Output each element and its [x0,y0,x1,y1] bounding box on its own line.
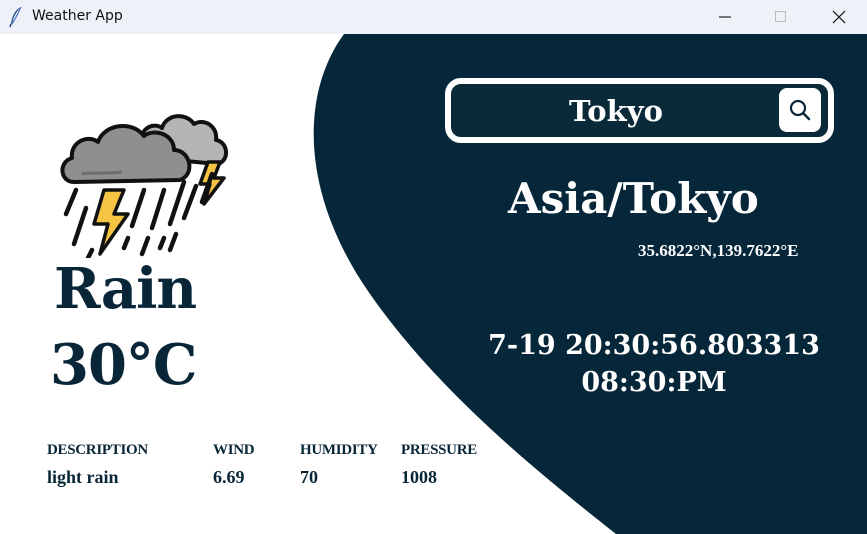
datetime-label: 7-19 20:30:56.803313 [488,330,820,361]
pressure-value: 1008 [401,467,437,487]
search-button[interactable] [779,88,821,132]
description-label: DESCRIPTION [47,442,148,458]
search-icon [789,99,811,121]
wind-value: 6.69 [213,467,245,487]
humidity-value: 70 [300,467,318,487]
humidity-label: HUMIDITY [300,442,378,458]
close-button[interactable] [811,0,867,34]
temperature: 30°C [50,332,197,398]
timezone-label: Asia/Tokyo [508,174,759,223]
thunderstorm-cloud-icon [60,114,228,258]
clock-label: 08:30:PM [581,367,727,398]
coordinates-label: 35.6822°N,139.7622°E [638,241,799,260]
window-title: Weather App [32,8,123,24]
description-value: light rain [47,467,119,487]
pressure-label: PRESSURE [401,442,477,458]
weather-condition: Rain [54,256,197,322]
maximize-icon [775,11,786,22]
search-box [445,78,834,143]
minimize-button[interactable] [697,0,753,34]
main-content: Rain 30°C DESCRIPTION WIND HUMIDITY PRES… [0,34,867,534]
close-icon [832,10,846,24]
maximize-button[interactable] [753,0,809,34]
city-search-input[interactable] [457,88,775,133]
title-bar: Weather App [0,0,867,34]
feather-icon [9,6,22,28]
minimize-icon [719,16,731,18]
wind-label: WIND [213,442,255,458]
